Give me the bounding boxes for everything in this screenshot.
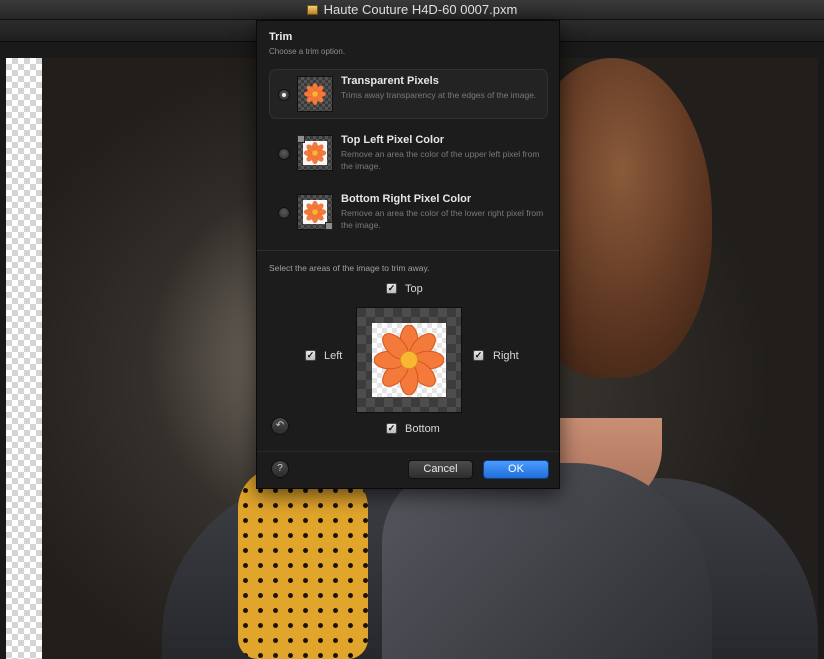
cancel-button[interactable]: Cancel <box>408 460 473 479</box>
dialog-title: Trim <box>269 31 293 43</box>
option-bottom-right-pixel-color[interactable]: Bottom Right Pixel Color Remove an area … <box>269 187 548 237</box>
flower-icon <box>304 83 326 105</box>
transparent-pixels-thumbnail <box>297 76 333 112</box>
flower-icon <box>304 142 326 164</box>
undo-arrow-icon: ↶ <box>275 420 285 431</box>
footer-divider <box>257 451 559 452</box>
top-label: Top <box>405 283 423 295</box>
top-left-pixel-thumbnail <box>297 135 333 171</box>
flower-icon <box>374 325 444 395</box>
ok-button[interactable]: OK <box>483 460 549 479</box>
photo-glove <box>238 468 368 659</box>
option-description: Remove an area the color of the lower ri… <box>341 208 544 230</box>
option-title: Transparent Pixels <box>341 75 439 87</box>
document-icon <box>306 5 318 15</box>
left-checkbox[interactable]: ✓ <box>305 350 316 361</box>
dialog-subtitle: Choose a trim option. <box>269 47 346 56</box>
areas-label: Select the areas of the image to trim aw… <box>269 263 430 273</box>
help-button[interactable]: ? <box>271 460 289 478</box>
radio-bottom-right-pixel-color[interactable] <box>278 207 290 219</box>
option-description: Trims away transparency at the edges of … <box>341 90 537 100</box>
option-transparent-pixels[interactable]: Transparent Pixels Trims away transparen… <box>269 69 548 119</box>
right-checkbox[interactable]: ✓ <box>473 350 484 361</box>
divider <box>257 250 559 251</box>
corner-marker-icon <box>325 222 333 230</box>
window-title: Haute Couture H4D-60 0007.pxm <box>323 2 518 17</box>
option-description: Remove an area the color of the upper le… <box>341 149 540 171</box>
reset-button[interactable]: ↶ <box>271 417 289 435</box>
trim-preview <box>356 307 462 413</box>
bottom-label: Bottom <box>405 423 440 435</box>
window-title-bar: Haute Couture H4D-60 0007.pxm <box>0 0 824 20</box>
left-label: Left <box>324 350 343 362</box>
radio-top-left-pixel-color[interactable] <box>278 148 290 160</box>
bottom-right-pixel-thumbnail <box>297 194 333 230</box>
top-checkbox[interactable]: ✓ <box>386 283 397 294</box>
transparent-area <box>6 58 42 659</box>
option-title: Bottom Right Pixel Color <box>341 193 472 205</box>
flower-icon <box>304 201 326 223</box>
option-top-left-pixel-color[interactable]: Top Left Pixel Color Remove an area the … <box>269 128 548 178</box>
trim-dialog: Trim Choose a trim option. Transparent P… <box>256 20 560 489</box>
bottom-checkbox[interactable]: ✓ <box>386 423 397 434</box>
option-title: Top Left Pixel Color <box>341 134 445 146</box>
right-label: Right <box>493 350 519 362</box>
radio-transparent-pixels[interactable] <box>278 89 290 101</box>
corner-marker-icon <box>297 135 305 143</box>
